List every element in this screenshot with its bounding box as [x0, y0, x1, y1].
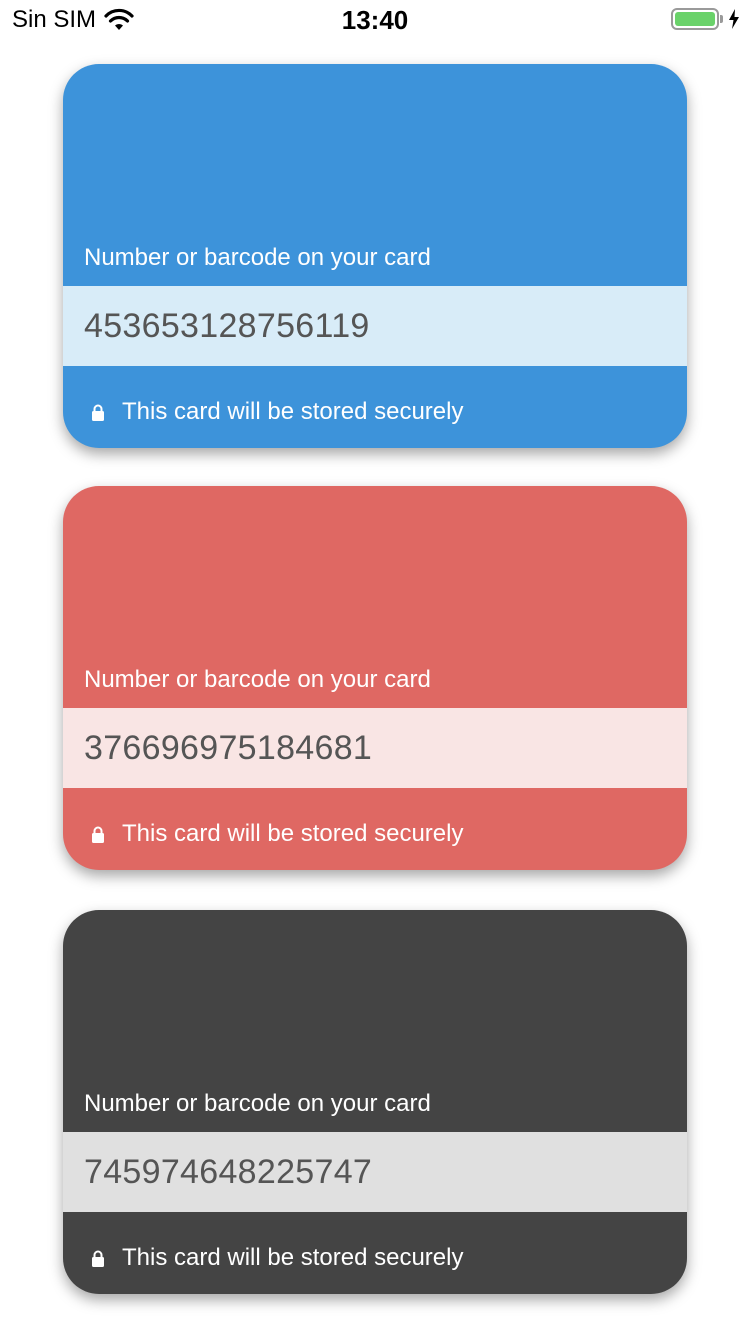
card-number-label: Number or barcode on your card — [84, 1090, 431, 1117]
secure-storage-notice: This card will be stored securely — [91, 1244, 463, 1272]
card-number-field[interactable]: 745974648225747 — [63, 1132, 687, 1212]
secure-storage-text: This card will be stored securely — [122, 820, 464, 847]
loyalty-card-red[interactable]: Number or barcode on your card 376696975… — [63, 486, 687, 870]
secure-storage-notice: This card will be stored securely — [91, 398, 463, 426]
secure-storage-notice: This card will be stored securely — [91, 820, 463, 848]
secure-storage-text: This card will be stored securely — [122, 398, 464, 425]
battery-icon — [671, 8, 719, 30]
card-number-field[interactable]: 376696975184681 — [63, 708, 687, 788]
battery-level — [675, 12, 715, 26]
card-number-value: 376696975184681 — [84, 728, 373, 767]
battery-tip — [720, 15, 723, 23]
card-number-label: Number or barcode on your card — [84, 666, 431, 693]
card-number-value: 453653128756119 — [84, 306, 370, 345]
battery-indicator — [671, 8, 740, 30]
status-time: 13:40 — [341, 5, 409, 35]
loyalty-card-blue[interactable]: Number or barcode on your card 453653128… — [63, 64, 687, 448]
lock-icon — [92, 826, 104, 843]
card-number-value: 745974648225747 — [84, 1152, 373, 1191]
loyalty-card-dark[interactable]: Number or barcode on your card 745974648… — [63, 910, 687, 1294]
lock-icon — [92, 404, 104, 421]
status-bar: Sin SIM 13:40 — [0, 0, 750, 40]
card-number-label: Number or barcode on your card — [84, 244, 431, 271]
card-number-field[interactable]: 453653128756119 — [63, 286, 687, 366]
lock-icon — [92, 1250, 104, 1267]
secure-storage-text: This card will be stored securely — [122, 1244, 464, 1271]
charging-bolt-icon — [729, 9, 739, 29]
